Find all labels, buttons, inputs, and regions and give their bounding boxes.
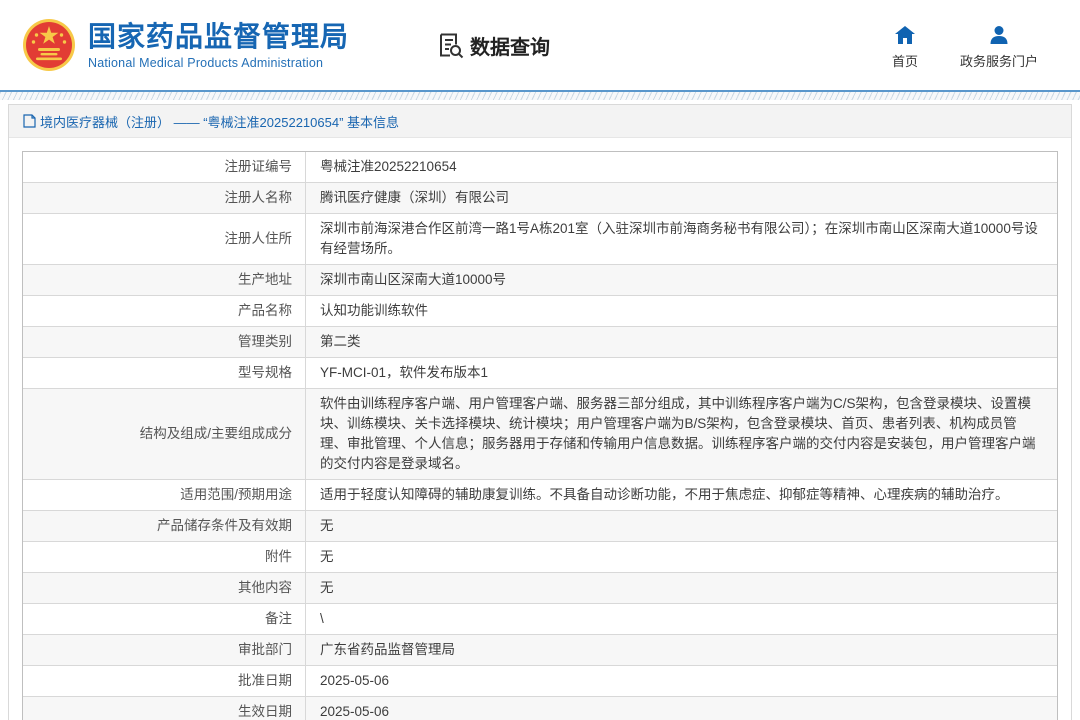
- site-header: 国家药品监督管理局 National Medical Products Admi…: [0, 0, 1080, 90]
- table-row: 管理类别 第二类: [23, 327, 1057, 358]
- field-value: 深圳市前海深港合作区前湾一路1号A栋201室（入驻深圳市前海商务秘书有限公司）；…: [306, 214, 1057, 264]
- home-icon: [894, 24, 916, 46]
- field-label: 附件: [23, 542, 306, 572]
- field-label: 审批部门: [23, 635, 306, 665]
- table-row: 产品储存条件及有效期 无: [23, 511, 1057, 542]
- field-value: 广东省药品监督管理局: [306, 635, 1057, 665]
- hatched-divider: [0, 90, 1080, 100]
- field-label: 注册人名称: [23, 183, 306, 213]
- field-value: 认知功能训练软件: [306, 296, 1057, 326]
- field-value: 第二类: [306, 327, 1057, 357]
- header-logo[interactable]: 国家药品监督管理局 National Medical Products Admi…: [22, 18, 349, 72]
- table-row: 批准日期 2025-05-06: [23, 666, 1057, 697]
- person-icon: [988, 24, 1010, 46]
- field-value: 2025-05-06: [306, 666, 1057, 696]
- content-panel: 境内医疗器械（注册） —— “粤械注准20252210654” 基本信息 注册证…: [8, 104, 1072, 720]
- header-nav: 首页 政务服务门户: [892, 24, 1038, 70]
- field-value: 深圳市南山区深南大道10000号: [306, 265, 1057, 295]
- document-search-icon: [437, 32, 464, 59]
- nav-home[interactable]: 首页: [892, 24, 918, 70]
- breadcrumb-text: 境内医疗器械（注册） —— “粤械注准20252210654” 基本信息: [40, 112, 399, 131]
- table-row: 生效日期 2025-05-06: [23, 697, 1057, 720]
- field-label: 生效日期: [23, 697, 306, 720]
- field-label: 适用范围/预期用途: [23, 480, 306, 510]
- data-query-tab[interactable]: 数据查询: [437, 31, 550, 60]
- field-value: 无: [306, 511, 1057, 541]
- table-row: 适用范围/预期用途 适用于轻度认知障碍的辅助康复训练。不具备自动诊断功能，不用于…: [23, 480, 1057, 511]
- registration-info-table: 注册证编号 粤械注准20252210654 注册人名称 腾讯医疗健康（深圳）有限…: [22, 151, 1058, 720]
- field-label: 产品名称: [23, 296, 306, 326]
- data-query-label: 数据查询: [470, 31, 550, 60]
- org-title-zh: 国家药品监督管理局: [88, 21, 349, 53]
- table-row: 注册证编号 粤械注准20252210654: [23, 152, 1057, 183]
- table-row: 审批部门 广东省药品监督管理局: [23, 635, 1057, 666]
- page-icon: [23, 114, 36, 128]
- breadcrumb: 境内医疗器械（注册） —— “粤械注准20252210654” 基本信息: [9, 105, 1071, 138]
- field-label: 备注: [23, 604, 306, 634]
- field-value: 粤械注准20252210654: [306, 152, 1057, 182]
- field-label: 注册证编号: [23, 152, 306, 182]
- nav-portal-label: 政务服务门户: [960, 51, 1038, 70]
- field-value: YF-MCI-01，软件发布版本1: [306, 358, 1057, 388]
- field-label: 注册人住所: [23, 214, 306, 264]
- field-label: 批准日期: [23, 666, 306, 696]
- field-value: 腾讯医疗健康（深圳）有限公司: [306, 183, 1057, 213]
- field-label: 型号规格: [23, 358, 306, 388]
- table-row: 产品名称 认知功能训练软件: [23, 296, 1057, 327]
- field-value: 无: [306, 542, 1057, 572]
- table-row: 生产地址 深圳市南山区深南大道10000号: [23, 265, 1057, 296]
- org-title-en: National Medical Products Administration: [88, 56, 349, 70]
- table-row: 其他内容 无: [23, 573, 1057, 604]
- table-row: 附件 无: [23, 542, 1057, 573]
- field-label: 产品储存条件及有效期: [23, 511, 306, 541]
- field-value: 2025-05-06: [306, 697, 1057, 720]
- field-value: \: [306, 604, 1057, 634]
- field-value: 适用于轻度认知障碍的辅助康复训练。不具备自动诊断功能，不用于焦虑症、抑郁症等精神…: [306, 480, 1057, 510]
- table-row: 注册人名称 腾讯医疗健康（深圳）有限公司: [23, 183, 1057, 214]
- field-label: 结构及组成/主要组成成分: [23, 389, 306, 479]
- field-value: 软件由训练程序客户端、用户管理客户端、服务器三部分组成，其中训练程序客户端为C/…: [306, 389, 1057, 479]
- field-label: 生产地址: [23, 265, 306, 295]
- field-label: 管理类别: [23, 327, 306, 357]
- table-row: 型号规格 YF-MCI-01，软件发布版本1: [23, 358, 1057, 389]
- table-row: 注册人住所 深圳市前海深港合作区前湾一路1号A栋201室（入驻深圳市前海商务秘书…: [23, 214, 1057, 265]
- national-emblem-icon: [22, 18, 76, 72]
- field-label: 其他内容: [23, 573, 306, 603]
- nav-home-label: 首页: [892, 51, 918, 70]
- field-value: 无: [306, 573, 1057, 603]
- nav-portal[interactable]: 政务服务门户: [960, 24, 1038, 70]
- table-row: 结构及组成/主要组成成分 软件由训练程序客户端、用户管理客户端、服务器三部分组成…: [23, 389, 1057, 480]
- table-row: 备注 \: [23, 604, 1057, 635]
